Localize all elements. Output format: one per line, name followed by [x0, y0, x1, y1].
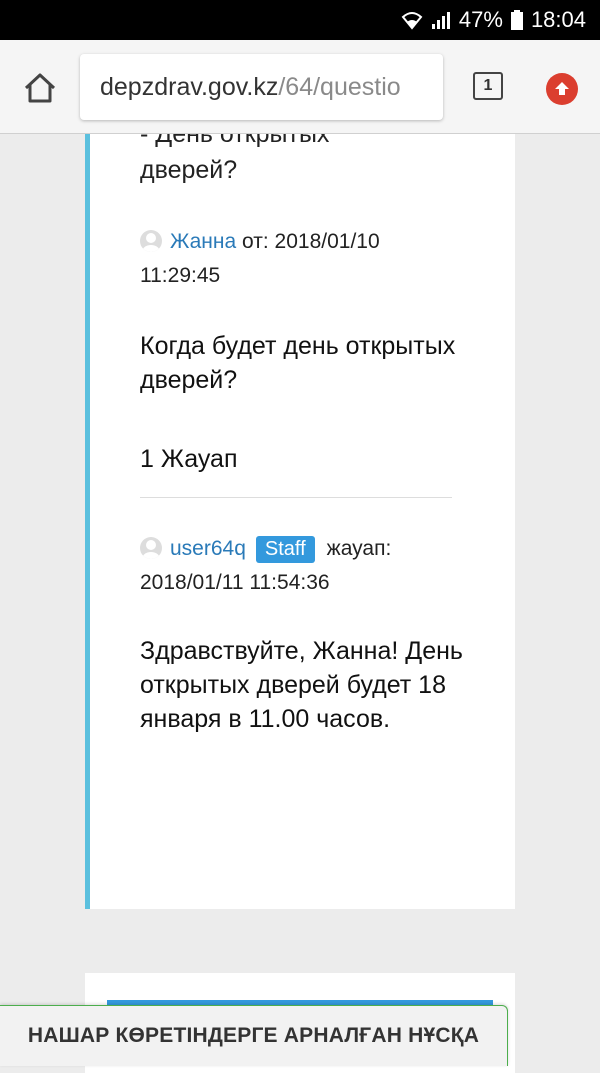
answer-meta: user64q Staff жауап: 2018/01/11 11:54:36 — [140, 532, 391, 600]
browser-toolbar: depzdrav.gov.kz/64/questio 1 — [0, 40, 600, 134]
accent-bar — [85, 134, 90, 909]
tab-switcher-button[interactable]: 1 — [473, 72, 503, 100]
arrow-up-icon — [555, 82, 569, 95]
question-title-tail: дверей? — [140, 156, 238, 184]
question-author-link[interactable]: Жанна — [170, 230, 236, 253]
answer-author-link[interactable]: user64q — [170, 537, 246, 560]
user-avatar-icon — [140, 230, 162, 252]
question-text: Когда будет день открытых дверей? — [140, 332, 456, 394]
question-date: от: 2018/01/10 — [242, 230, 380, 253]
question-card: - День открытых дверей? Жанна от: 2018/0… — [85, 134, 515, 909]
answers-count: 1 Жауап — [140, 445, 238, 473]
accessibility-version-button[interactable]: НАШАР КӨРЕТІНДЕРГЕ АРНАЛҒАН НҰСҚА — [0, 1005, 508, 1066]
status-bar: 47% 18:04 — [0, 0, 600, 40]
battery-percent: 47% — [458, 7, 503, 32]
clock: 18:04 — [530, 7, 586, 32]
signal-icon — [431, 11, 451, 29]
question-meta: Жанна от: 2018/01/10 11:29:45 — [140, 225, 380, 293]
home-icon — [24, 73, 56, 103]
battery-icon — [510, 10, 523, 30]
answer-datetime: 2018/01/11 11:54:36 — [140, 571, 330, 594]
staff-badge: Staff — [255, 536, 315, 563]
divider — [140, 497, 452, 498]
accessibility-label: НАШАР КӨРЕТІНДЕРГЕ АРНАЛҒАН НҰСҚА — [27, 1024, 480, 1047]
url-domain: depzdrav.gov.kz — [100, 72, 279, 101]
user-avatar-icon — [140, 537, 162, 559]
question-time: 11:29:45 — [140, 264, 221, 287]
tab-count: 1 — [483, 77, 493, 94]
answer-verb: жауап: — [326, 537, 392, 560]
answer-text: Здравствуйте, Жанна! День открытых двере… — [140, 637, 463, 733]
wifi-icon — [401, 10, 423, 30]
address-bar[interactable]: depzdrav.gov.kz/64/questio — [80, 54, 443, 120]
url-path: /64/questio — [278, 72, 401, 101]
update-button[interactable] — [546, 73, 578, 105]
question-title-cut: - День открытых — [140, 134, 330, 148]
question-title: - День открытых дверей? — [140, 134, 329, 188]
home-button[interactable] — [20, 68, 60, 108]
